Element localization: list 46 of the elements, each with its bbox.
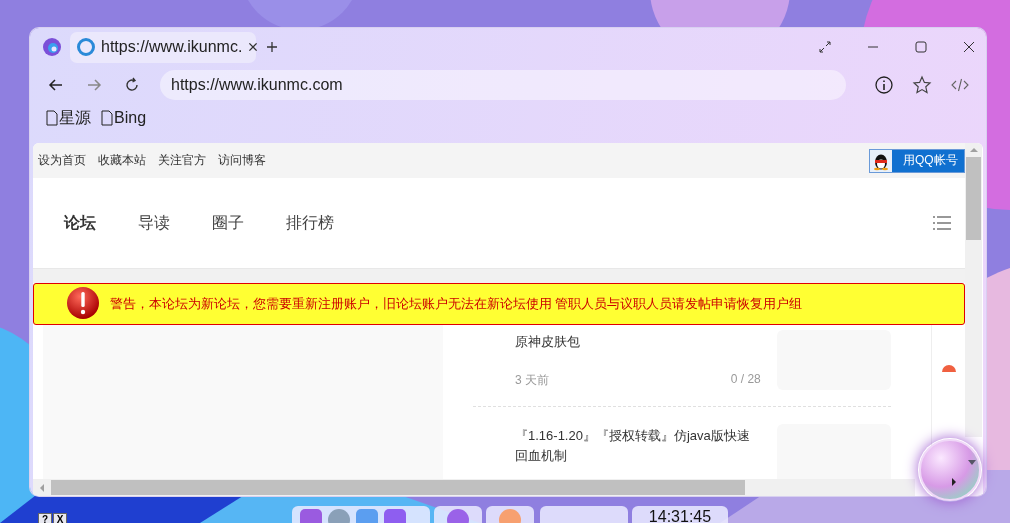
document-icon	[46, 110, 58, 126]
scrollbar-thumb[interactable]	[51, 480, 745, 495]
info-icon[interactable]	[874, 75, 894, 95]
qq-login-button[interactable]: 用QQ帐号	[869, 148, 965, 173]
expand-icon[interactable]	[818, 40, 832, 54]
document-icon	[101, 110, 113, 126]
taskbar-clock[interactable]: 14:31:45	[632, 506, 728, 523]
list-icon[interactable]	[933, 216, 951, 230]
top-link[interactable]: 设为首页	[38, 152, 86, 169]
scroll-left-icon[interactable]	[39, 482, 45, 493]
penguin-icon	[870, 149, 892, 172]
scrollbar-thumb[interactable]	[966, 157, 981, 240]
star-icon[interactable]	[912, 75, 932, 95]
post-stats: 0 / 28	[730, 372, 761, 388]
floating-ball-button[interactable]	[918, 438, 982, 502]
top-link[interactable]: 收藏本站	[98, 152, 146, 169]
address-field[interactable]: https://www.ikunmc.com	[160, 70, 846, 100]
bookmark[interactable]: 星源	[46, 107, 91, 129]
nav-tab[interactable]: 排行榜	[286, 212, 334, 234]
nav-tab[interactable]: 论坛	[64, 212, 96, 234]
widget-button[interactable]: X	[53, 513, 67, 523]
warning-text: 警告，本论坛为新论坛，您需要重新注册账户，旧论坛账户无法在新论坛使用 管职人员与议职人员请发帖申请恢复用户组	[110, 295, 803, 313]
top-link[interactable]: 访问博客	[218, 152, 266, 169]
nav-tab[interactable]: 导读	[138, 212, 170, 234]
top-link[interactable]: 关注官方	[158, 152, 206, 169]
horizontal-scrollbar[interactable]	[33, 479, 915, 496]
avatar-icon	[942, 365, 956, 372]
browser-tab[interactable]: https://www.ikunmc.	[70, 31, 256, 63]
maximize-icon[interactable]	[914, 40, 928, 54]
bookmark-label: 星源	[59, 107, 91, 128]
tab-title: https://www.ikunmc.	[101, 38, 243, 56]
post-title[interactable]: 原神皮肤包	[515, 330, 761, 352]
post-title[interactable]: 『1.16-1.20』『授权转载』仿java版快速回血机制	[515, 424, 761, 466]
bookmark-label: Bing	[114, 109, 147, 127]
widget-button[interactable]: ?	[38, 513, 52, 523]
post-time: 3 天前	[515, 372, 549, 389]
nav-tab[interactable]: 圈子	[212, 212, 244, 234]
new-tab-icon[interactable]	[266, 41, 278, 53]
bookmark[interactable]: Bing	[101, 109, 147, 127]
browser-logo-icon	[42, 37, 62, 57]
circle-icon	[76, 37, 96, 57]
close-icon[interactable]	[247, 41, 260, 53]
warning-icon	[65, 286, 101, 322]
vertical-scrollbar[interactable]	[965, 143, 982, 437]
close-icon[interactable]	[962, 40, 976, 54]
scroll-up-icon[interactable]	[968, 147, 979, 153]
